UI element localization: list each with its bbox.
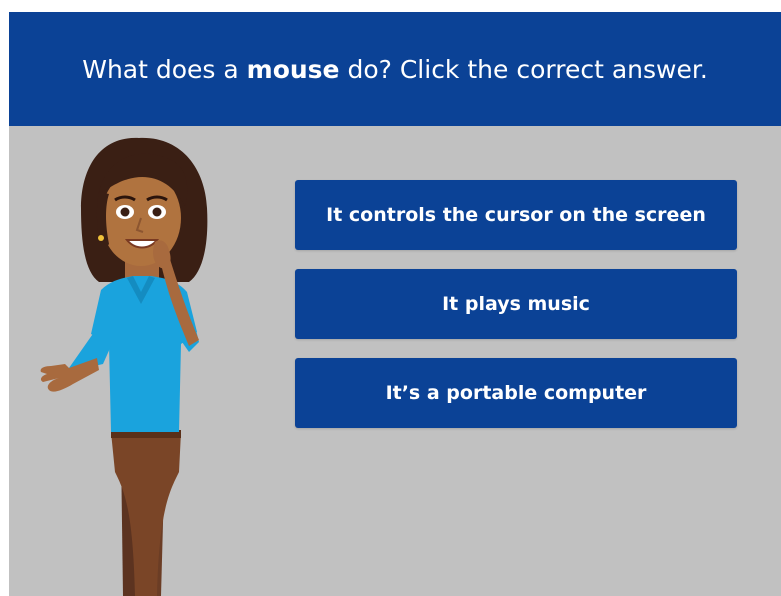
question-suffix: do? Click the correct answer. [339, 54, 708, 84]
answer-button-portable-computer[interactable]: It’s a portable computer [295, 358, 737, 428]
answer-label: It plays music [442, 293, 590, 315]
answer-button-cursor[interactable]: It controls the cursor on the screen [295, 180, 737, 250]
answer-button-music[interactable]: It plays music [295, 269, 737, 339]
answer-label: It controls the cursor on the screen [326, 204, 706, 226]
answer-label: It’s a portable computer [385, 382, 647, 404]
quiz-slide: What does a mouse do? Click the correct … [9, 12, 781, 596]
question-banner: What does a mouse do? Click the correct … [9, 12, 781, 126]
question-emphasis: mouse [246, 54, 340, 84]
question-prefix: What does a [82, 54, 247, 84]
woman-thinking-illustration [40, 137, 208, 596]
question-text: What does a mouse do? Click the correct … [82, 55, 708, 84]
